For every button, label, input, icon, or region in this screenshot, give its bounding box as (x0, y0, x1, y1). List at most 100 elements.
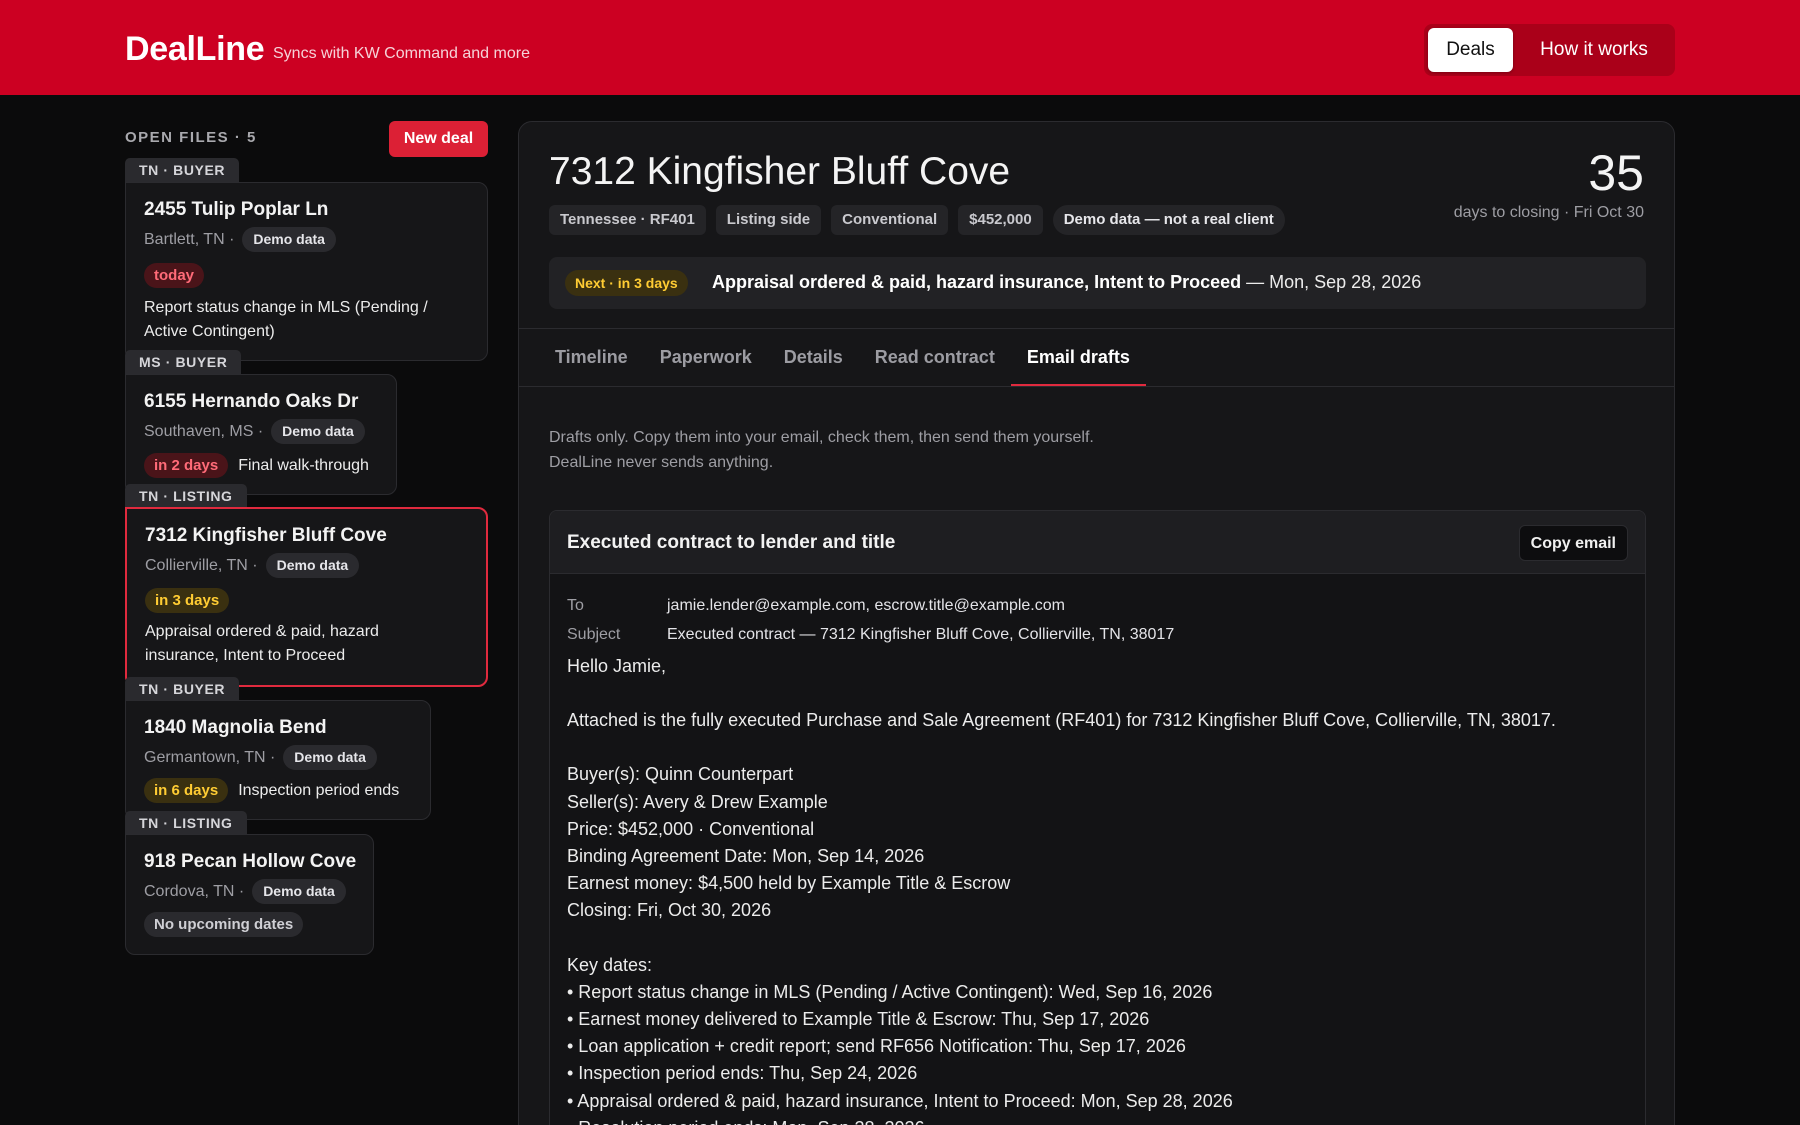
next-deadline-badge: Next · in 3 days (565, 270, 688, 296)
deal-tag: TN · BUYER (125, 677, 240, 702)
email-key-date-line: • Appraisal ordered & paid, hazard insur… (567, 1090, 1233, 1111)
email-greeting: Hello Jamie, (567, 656, 667, 676)
deal-city-text: Southaven, MS · (144, 422, 264, 440)
demo-data-badge: Demo data (283, 745, 377, 770)
tab-email-drafts[interactable]: Email drafts (1010, 328, 1146, 387)
nav-deals-button[interactable]: Deals (1428, 28, 1513, 72)
chip-state-form: Tennessee · RF401 (549, 205, 706, 235)
deal-due-row: today (144, 263, 205, 288)
brand-logo[interactable]: DealLine (125, 30, 265, 69)
deal-city-text: Bartlett, TN · (144, 230, 235, 248)
tab-read-contract[interactable]: Read contract (859, 328, 1011, 387)
new-deal-button[interactable]: New deal (389, 121, 488, 157)
deal-city: Southaven, MS · Demo data (144, 419, 365, 444)
due-badge: today (144, 263, 205, 288)
email-key-date-line: • Inspection period ends: Thu, Sep 24, 2… (567, 1063, 918, 1084)
deal-next-task: Appraisal ordered & paid, hazard insuran… (145, 623, 379, 664)
deal-city: Bartlett, TN · Demo data (144, 227, 336, 252)
email-draft-header: Executed contract to lender and title Co… (550, 511, 1645, 574)
main-nav: Deals How it works (1424, 24, 1675, 76)
email-fact-line: Buyer(s): Quinn Counterpart (567, 764, 794, 785)
due-badge: in 3 days (145, 588, 230, 613)
next-deadline-bar: Next · in 3 days Appraisal ordered & pai… (549, 257, 1646, 309)
deal-card-magnolia-bend[interactable]: 1840 Magnolia Bend Germantown, TN · Demo… (125, 700, 431, 820)
deal-city-text: Cordova, TN · (144, 882, 245, 900)
email-to-label: To (567, 597, 584, 614)
drafts-note: Drafts only. Copy them into your email, … (549, 425, 1094, 475)
email-draft-card: Executed contract to lender and title Co… (549, 510, 1646, 1125)
demo-data-badge: Demo data (271, 419, 365, 444)
deal-address: 1840 Magnolia Bend (144, 717, 327, 738)
demo-data-badge: Demo data (252, 879, 346, 904)
email-fact-line: Seller(s): Avery & Drew Example (567, 791, 828, 812)
email-fact-line: Price: $452,000 · Conventional (567, 818, 815, 839)
email-fact-line: Earnest money: $4,500 held by Example Ti… (567, 873, 1011, 894)
deal-tabs: Timeline Paperwork Details Read contract… (539, 328, 1146, 387)
email-body[interactable]: Hello Jamie, Attached is the fully execu… (567, 653, 1627, 1125)
email-key-dates-label: Key dates: (567, 954, 653, 975)
deal-next-task: Inspection period ends (238, 781, 400, 799)
next-deadline-text: Appraisal ordered & paid, hazard insuran… (712, 272, 1421, 293)
chip-demo-data: Demo data — not a real client (1052, 205, 1285, 235)
email-subject-value[interactable]: Executed contract — 7312 Kingfisher Bluf… (667, 626, 1174, 643)
chip-financing: Conventional (831, 205, 949, 235)
days-to-closing-label: days to closing · Fri Oct 30 (1453, 204, 1644, 221)
deal-chips: Tennessee · RF401 Listing side Conventio… (549, 205, 1285, 235)
deal-due-row: in 3 days (145, 588, 230, 613)
deal-city-text: Collierville, TN · (145, 556, 258, 574)
email-to-row: To jamie.lender@example.com, escrow.title… (567, 597, 1065, 615)
deal-card-kingfisher-bluff[interactable]: 7312 Kingfisher Bluff Cove Collierville,… (125, 507, 488, 687)
divider (519, 386, 1674, 387)
email-fact-line: Closing: Fri, Oct 30, 2026 (567, 900, 772, 921)
email-subject-label: Subject (567, 626, 621, 643)
demo-data-badge: Demo data (242, 227, 336, 252)
brand-tagline: Syncs with KW Command and more (273, 45, 530, 62)
deal-due-row: in 6 days Inspection period ends (144, 778, 399, 803)
demo-data-badge: Demo data (265, 553, 360, 578)
deal-city-text: Germantown, TN · (144, 748, 276, 766)
days-to-closing-count: 35 (1588, 145, 1644, 201)
deal-detail-panel: 7312 Kingfisher Bluff Cove Tennessee · R… (518, 121, 1675, 1125)
chip-price: $452,000 (958, 205, 1043, 235)
deal-card-hernando-oaks[interactable]: 6155 Hernando Oaks Dr Southaven, MS · De… (125, 374, 397, 495)
drafts-note-line: Drafts only. Copy them into your email, … (549, 429, 1094, 446)
deal-address: 2455 Tulip Poplar Ln (144, 199, 329, 220)
deal-next-task: Report status change in MLS (Pending / A… (144, 299, 428, 340)
deal-address: 7312 Kingfisher Bluff Cove (145, 525, 387, 546)
email-to-value[interactable]: jamie.lender@example.com, escrow.title@e… (667, 597, 1065, 614)
deal-title: 7312 Kingfisher Bluff Cove (549, 150, 1011, 193)
email-subject-row: Subject Executed contract — 7312 Kingfish… (567, 626, 1174, 644)
next-deadline-date: — Mon, Sep 28, 2026 (1241, 272, 1422, 292)
due-badge: in 2 days (144, 453, 229, 478)
deal-tag: TN · LISTING (125, 484, 247, 509)
deal-city: Collierville, TN · Demo data (145, 553, 360, 578)
copy-email-button[interactable]: Copy email (1518, 525, 1628, 561)
tab-details[interactable]: Details (768, 328, 859, 387)
deal-city: Cordova, TN · Demo data (144, 879, 346, 904)
next-deadline-task: Appraisal ordered & paid, hazard insuran… (712, 272, 1242, 292)
deal-address: 6155 Hernando Oaks Dr (144, 391, 359, 412)
nav-how-it-works-button[interactable]: How it works (1519, 28, 1669, 72)
deal-card-pecan-hollow[interactable]: 918 Pecan Hollow Cove Cordova, TN · Demo… (125, 834, 374, 955)
email-key-date-line: • Resolution period ends: Mon, Sep 28, 2… (567, 1115, 1627, 1125)
deal-card-tulip-poplar[interactable]: 2455 Tulip Poplar Ln Bartlett, TN · Demo… (125, 182, 488, 361)
tab-paperwork[interactable]: Paperwork (644, 328, 768, 387)
open-files-heading: OPEN FILES · 5 (125, 129, 257, 146)
tab-timeline[interactable]: Timeline (539, 328, 644, 387)
email-key-date-line: • Earnest money delivered to Example Tit… (567, 1009, 1150, 1030)
email-draft-title: Executed contract to lender and title (567, 532, 896, 553)
deal-city: Germantown, TN · Demo data (144, 745, 377, 770)
deal-tag: TN · BUYER (125, 158, 240, 183)
deal-tag: TN · LISTING (125, 811, 247, 836)
drafts-note-line: DealLine never sends anything. (549, 454, 774, 471)
deal-next-task: Final walk-through (238, 456, 369, 474)
email-fact-line: Binding Agreement Date: Mon, Sep 14, 202… (567, 846, 925, 867)
deal-address: 918 Pecan Hollow Cove (144, 851, 357, 872)
email-key-date-line: • Loan application + credit report; send… (567, 1036, 1186, 1057)
due-badge: in 6 days (144, 778, 229, 803)
email-key-date-line: • Report status change in MLS (Pending /… (567, 981, 1213, 1002)
due-badge: No upcoming dates (144, 912, 304, 937)
